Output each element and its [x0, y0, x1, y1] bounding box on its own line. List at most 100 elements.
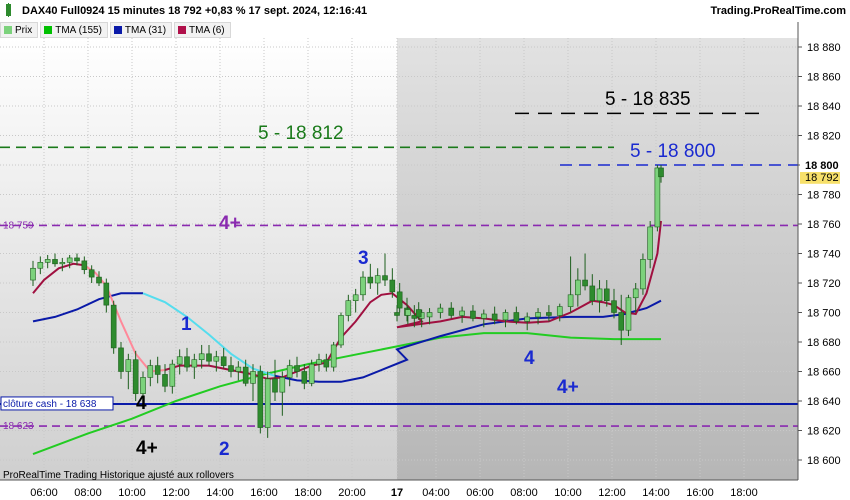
- candle-body: [184, 356, 190, 368]
- level-18759-label: 18 759: [3, 220, 34, 231]
- candle-body: [374, 275, 381, 284]
- candle-body: [437, 307, 444, 313]
- footer-note: ProRealTime Trading Historique ajusté au…: [3, 470, 234, 481]
- x-tick-label: 14:00: [642, 487, 670, 499]
- annot-2: 2: [219, 439, 230, 460]
- candle-body: [257, 371, 264, 428]
- candle-body: [37, 262, 44, 269]
- candle-body: [618, 312, 625, 331]
- candle-body: [448, 307, 455, 316]
- x-tick-label: 08:00: [74, 487, 102, 499]
- candle-body: [513, 312, 520, 322]
- legend-item-tma155[interactable]: TMA (155): [40, 22, 108, 38]
- candle-body: [118, 347, 124, 372]
- legend-label-price: Prix: [15, 24, 33, 36]
- chart-header: DAX40 Full0924 15 minutes 18 792 +0,83 %…: [0, 0, 850, 22]
- x-tick-label: 08:00: [510, 487, 538, 499]
- level-18623-label-box: [1, 419, 39, 432]
- candle-body: [640, 259, 646, 290]
- annot-4plus-blue: 4+: [557, 377, 579, 398]
- candle-body: [30, 267, 36, 281]
- candle-body: [228, 365, 234, 372]
- y-tick-label: 18 620: [807, 426, 841, 438]
- y-tick-label: 18 720: [807, 278, 841, 290]
- legend-label-tma31: TMA (31): [124, 24, 167, 36]
- candle-body: [524, 316, 531, 322]
- candle-body: [575, 279, 581, 296]
- annot-5-18812: 5 - 18 812: [258, 123, 344, 144]
- candle-body: [132, 359, 139, 394]
- annot-4plus-black: 4+: [136, 438, 158, 459]
- annot-5-18800: 5 - 18 800: [630, 141, 716, 162]
- candle-body: [198, 353, 205, 360]
- legend-item-tma31[interactable]: TMA (31): [109, 22, 173, 38]
- candle-body: [491, 313, 498, 321]
- candle-body: [647, 226, 653, 260]
- candle-body: [176, 356, 183, 365]
- x-tick-label: 16:00: [250, 487, 278, 499]
- tma31-line-rising-2: [274, 299, 662, 383]
- y-tick-label: 18 680: [807, 337, 841, 349]
- candle-body: [44, 259, 51, 263]
- candle-body: [360, 276, 366, 296]
- tma31-line-falling: [142, 292, 276, 377]
- candle-body: [546, 312, 552, 316]
- x-tick-label: 04:00: [422, 487, 450, 499]
- candle-body: [411, 315, 418, 319]
- candle-body: [169, 363, 176, 387]
- legend-item-price[interactable]: Prix: [0, 22, 39, 38]
- candle-body: [389, 279, 396, 293]
- x-tick-label: 18:00: [730, 487, 758, 499]
- indicator-legend: Prix TMA (155) TMA (31) TMA (6): [0, 22, 233, 38]
- level-18623-label: 18 623: [3, 421, 34, 432]
- y-tick-label: 18 820: [807, 131, 841, 143]
- brand-label: Trading.ProRealTime.com: [710, 5, 846, 17]
- candle-body: [611, 300, 617, 313]
- level-18800-box: [800, 158, 844, 172]
- candle-body: [582, 279, 588, 287]
- candle-body: [220, 356, 227, 366]
- legend-swatch-tma155: [44, 26, 53, 34]
- price-chart[interactable]: clôture cash - 18 638 18 759 18 623 5 - 18…: [0, 0, 850, 500]
- y-tick-label: 18 800: [807, 160, 841, 172]
- candle-body: [206, 353, 212, 362]
- candle-body: [382, 275, 388, 281]
- candle-body: [394, 312, 400, 316]
- candle-body: [535, 312, 541, 318]
- closing-cash-label-box: [0, 396, 114, 411]
- legend-swatch-tma6: [178, 26, 187, 34]
- candle-body: [426, 312, 433, 318]
- candle-body: [125, 359, 132, 372]
- candle-body: [264, 378, 271, 428]
- annot-3: 3: [358, 248, 369, 269]
- legend-item-tma6[interactable]: TMA (6): [174, 22, 231, 38]
- candle-body: [345, 300, 352, 316]
- x-tick-label: 06:00: [466, 487, 494, 499]
- x-tick-label: 18:00: [294, 487, 322, 499]
- candle-body: [110, 304, 117, 349]
- candle-body: [556, 306, 563, 316]
- candle-body: [250, 371, 256, 384]
- candle-body: [213, 356, 220, 362]
- tma155-line: [32, 332, 661, 456]
- y-tick-label: 18 780: [807, 190, 841, 202]
- candle-body: [323, 359, 330, 368]
- candle-body: [502, 312, 509, 321]
- x-tick-label: 20:00: [338, 487, 366, 499]
- candle-body: [470, 310, 476, 319]
- candle-body: [272, 378, 278, 393]
- candle-body: [316, 359, 322, 365]
- candle-body: [418, 312, 425, 319]
- level-18800-axis-label: 18 800: [805, 160, 839, 172]
- candle-body: [603, 288, 610, 301]
- tma6-line-falling: [83, 264, 166, 373]
- candle-body: [162, 374, 168, 387]
- tma31-line-rising: [32, 292, 143, 323]
- candle-body: [654, 167, 661, 228]
- candle-body: [405, 309, 411, 316]
- candle-body: [294, 365, 300, 372]
- candle-body: [625, 297, 632, 331]
- candle-body: [338, 315, 344, 346]
- menu-icon[interactable]: [4, 3, 14, 17]
- x-tick-label: 10:00: [554, 487, 582, 499]
